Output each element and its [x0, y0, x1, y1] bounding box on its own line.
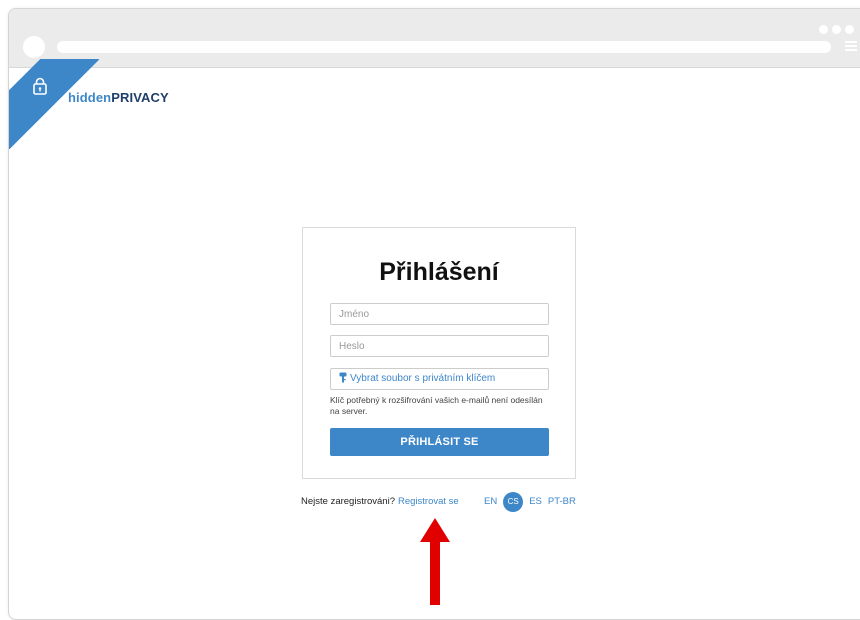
lock-icon — [33, 77, 47, 95]
brand-logo[interactable]: hiddenPRIVACY — [68, 90, 169, 105]
select-private-key-label: Vybrat soubor s privátním klíčem — [350, 373, 496, 384]
brand-part-privacy: PRIVACY — [111, 90, 169, 105]
login-button[interactable]: PŘIHLÁSIT SE — [330, 428, 549, 456]
lang-es[interactable]: ES — [529, 493, 542, 511]
not-registered-text: Nejste zaregistrováni? — [301, 496, 395, 507]
page-title: Přihlášení — [379, 258, 499, 286]
key-icon — [339, 372, 347, 383]
brand-part-hidden: hidden — [68, 90, 112, 105]
login-card: Přihlášení Vybrat soubor s privátním klí… — [302, 227, 576, 479]
window-controls[interactable] — [819, 21, 858, 39]
browser-nav-button[interactable] — [23, 36, 45, 58]
address-bar[interactable] — [57, 41, 831, 53]
browser-toolbar — [9, 9, 860, 68]
arrow-up-icon — [420, 518, 450, 605]
password-input[interactable] — [330, 335, 549, 357]
username-input[interactable] — [330, 303, 549, 325]
lang-cs[interactable]: CS — [503, 492, 524, 512]
lang-en[interactable]: EN — [484, 493, 497, 511]
register-link[interactable]: Registrovat se — [398, 496, 459, 507]
menu-icon[interactable] — [845, 41, 857, 53]
lang-pt-br[interactable]: PT-BR — [548, 493, 576, 511]
key-hint-text: Klíč potřebný k rozšifrování vašich e-ma… — [330, 395, 543, 416]
footer-row: Nejste zaregistrováni? Registrovat se EN C… — [301, 492, 582, 512]
language-switcher: EN CS ES PT-BR — [484, 492, 582, 512]
select-private-key-button[interactable]: Vybrat soubor s privátním klíčem — [330, 368, 549, 390]
